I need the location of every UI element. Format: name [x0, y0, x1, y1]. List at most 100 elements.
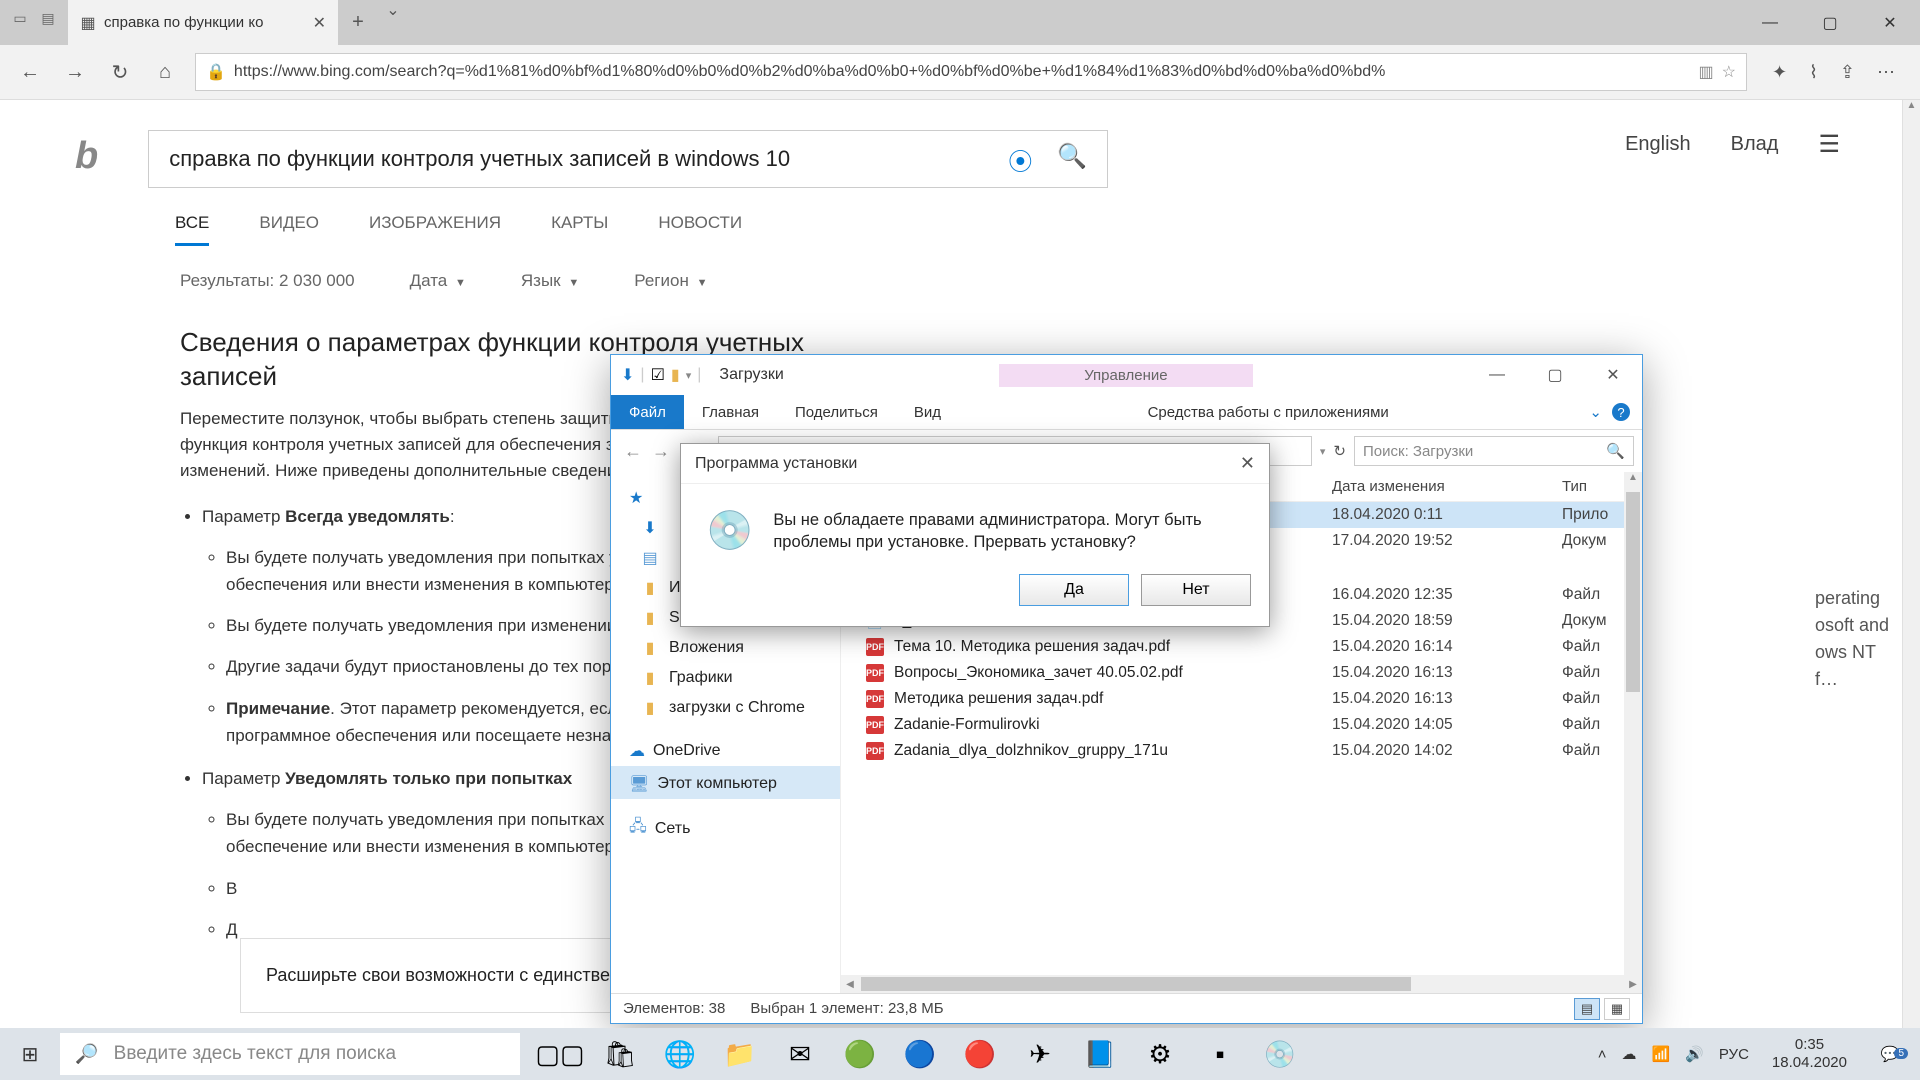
down-arrow-icon[interactable]: ⬇: [621, 365, 634, 385]
explorer-scrollbar-h[interactable]: ◀▶: [841, 975, 1642, 993]
action-center-icon[interactable]: 💬5: [1870, 1045, 1910, 1063]
dialog-close-icon[interactable]: ✕: [1240, 453, 1255, 474]
file-row[interactable]: PDFZadania_dlya_dolzhnikov_gruppy_171u15…: [841, 738, 1642, 764]
user-name[interactable]: Влад: [1731, 133, 1779, 156]
file-row[interactable]: PDFТема 10. Методика решения задач.pdf15…: [841, 634, 1642, 660]
tab-images[interactable]: ИЗОБРАЖЕНИЯ: [369, 213, 501, 246]
explorer-refresh-icon[interactable]: ↻: [1333, 442, 1346, 460]
explorer-forward-icon[interactable]: →: [652, 441, 670, 462]
tab-chevron-icon[interactable]: ⌄: [378, 0, 408, 20]
search-box[interactable]: ⦿ 🔍: [148, 130, 1108, 188]
tab-actions-icon[interactable]: ▭: [10, 8, 30, 28]
url-input[interactable]: [234, 63, 1691, 81]
app-icon[interactable]: 📘: [1070, 1028, 1130, 1080]
lang-link[interactable]: English: [1625, 133, 1691, 156]
maximize-button[interactable]: ▢: [1800, 0, 1860, 45]
tab-all[interactable]: ВСЕ: [175, 213, 209, 246]
browser-tab[interactable]: ▦ справка по функции ко ✕: [68, 0, 338, 45]
filter-region[interactable]: Регион ▼: [634, 271, 707, 291]
ribbon-tools[interactable]: Средства работы с приложениями: [1118, 395, 1419, 429]
search-icon[interactable]: 🔍: [1057, 142, 1087, 177]
store-icon[interactable]: 🛍: [590, 1028, 650, 1080]
search-icon[interactable]: 🔍: [1606, 442, 1625, 460]
notes-icon[interactable]: ⌇: [1809, 62, 1818, 83]
explorer-maximize-button[interactable]: ▢: [1526, 355, 1584, 395]
minimize-button[interactable]: —: [1740, 0, 1800, 45]
explorer-close-button[interactable]: ✕: [1584, 355, 1642, 395]
search-input[interactable]: [169, 146, 1008, 172]
network-icon[interactable]: 📶: [1652, 1045, 1671, 1063]
help-icon[interactable]: ?: [1612, 403, 1630, 421]
taskbar-search[interactable]: 🔍 Введите здесь текст для поиска: [60, 1033, 520, 1075]
vk-icon[interactable]: 🔵: [890, 1028, 950, 1080]
more-icon[interactable]: ⋯: [1877, 62, 1895, 83]
nav-onedrive[interactable]: ☁OneDrive: [611, 733, 840, 766]
favorite-icon[interactable]: ☆: [1722, 62, 1736, 82]
nav-vloz[interactable]: ▮Вложения: [611, 633, 840, 663]
tab-maps[interactable]: КАРТЫ: [551, 213, 608, 246]
bing-logo-icon[interactable]: b: [75, 135, 98, 178]
lang-indicator[interactable]: РУС: [1719, 1046, 1749, 1063]
close-window-button[interactable]: ✕: [1860, 0, 1920, 45]
explorer-back-icon[interactable]: ←: [624, 441, 642, 462]
ribbon-view[interactable]: Вид: [896, 395, 959, 429]
page-scrollbar[interactable]: ▲: [1902, 100, 1920, 1028]
tab-video[interactable]: ВИДЕО: [259, 213, 319, 246]
settings-icon[interactable]: ⚙: [1130, 1028, 1190, 1080]
installer-taskbar-icon[interactable]: 💿: [1250, 1028, 1310, 1080]
explorer-search-box[interactable]: Поиск: Загрузки 🔍: [1354, 436, 1634, 466]
icons-view-icon[interactable]: ▦: [1604, 998, 1630, 1020]
explorer-path-chevron-icon[interactable]: ▾: [1320, 445, 1326, 458]
share-icon[interactable]: ⇪: [1840, 62, 1855, 83]
start-button[interactable]: ⊞: [0, 1028, 60, 1080]
explorer-scrollbar-v[interactable]: ▲: [1624, 472, 1642, 975]
file-row[interactable]: PDFZadanie-Formulirovki15.04.2020 14:05Ф…: [841, 712, 1642, 738]
filter-lang[interactable]: Язык ▼: [521, 271, 579, 291]
mail-icon[interactable]: ✉: [770, 1028, 830, 1080]
tray-chevron-icon[interactable]: ˄: [1598, 1046, 1607, 1063]
terminal-icon[interactable]: ▪: [1190, 1028, 1250, 1080]
ribbon-share[interactable]: Поделиться: [777, 395, 896, 429]
col-date[interactable]: Дата изменения: [1332, 478, 1562, 495]
tab-news[interactable]: НОВОСТИ: [658, 213, 742, 246]
explorer-minimize-button[interactable]: —: [1468, 355, 1526, 395]
clock[interactable]: 0:35 18.04.2020: [1764, 1036, 1855, 1072]
details-view-icon[interactable]: ▤: [1574, 998, 1600, 1020]
taskview-icon[interactable]: ▢▢: [530, 1028, 590, 1080]
reading-view-icon[interactable]: ▥: [1699, 62, 1714, 82]
chrome-icon[interactable]: 🟢: [830, 1028, 890, 1080]
checkbox-icon[interactable]: ☑: [651, 365, 665, 385]
nav-this-pc[interactable]: 🖥Этот компьютер: [611, 766, 840, 799]
tab-preview-icon[interactable]: ▤: [38, 8, 58, 28]
url-box[interactable]: 🔒 ▥ ☆: [195, 53, 1747, 91]
new-tab-button[interactable]: +: [338, 0, 378, 45]
back-button[interactable]: ←: [15, 61, 45, 84]
visual-search-icon[interactable]: ⦿: [1008, 142, 1032, 177]
installer-icon: 💿: [706, 509, 753, 554]
nav-chrome[interactable]: ▮загрузки с Chrome: [611, 693, 840, 723]
nav-grafiki[interactable]: ▮Графики: [611, 663, 840, 693]
file-row[interactable]: PDFМетодика решения задач.pdf15.04.2020 …: [841, 686, 1642, 712]
yes-button[interactable]: Да: [1019, 574, 1129, 606]
explorer-context-tab[interactable]: Управление: [999, 364, 1252, 387]
qat-chevron-icon[interactable]: ▾: [686, 369, 692, 382]
onedrive-tray-icon[interactable]: ☁: [1622, 1045, 1637, 1063]
no-button[interactable]: Нет: [1141, 574, 1251, 606]
tab-close-icon[interactable]: ✕: [313, 13, 326, 33]
favorites-icon[interactable]: ✦: [1772, 62, 1787, 83]
ribbon-file[interactable]: Файл: [611, 395, 684, 429]
file-row[interactable]: PDFВопросы_Экономика_зачет 40.05.02.pdf1…: [841, 660, 1642, 686]
filter-date[interactable]: Дата ▼: [410, 271, 466, 291]
nav-network[interactable]: 🖧Сеть: [611, 807, 840, 847]
explorer-icon[interactable]: 📁: [710, 1028, 770, 1080]
ribbon-home[interactable]: Главная: [684, 395, 777, 429]
telegram-icon[interactable]: ✈: [1010, 1028, 1070, 1080]
ribbon-chevron-icon[interactable]: ⌄: [1589, 403, 1602, 421]
forward-button[interactable]: →: [60, 61, 90, 84]
edge-icon[interactable]: 🌐: [650, 1028, 710, 1080]
opera-icon[interactable]: 🔴: [950, 1028, 1010, 1080]
home-button[interactable]: ⌂: [150, 61, 180, 84]
refresh-button[interactable]: ↻: [105, 60, 135, 85]
hamburger-icon[interactable]: ☰: [1818, 130, 1840, 159]
volume-icon[interactable]: 🔊: [1685, 1045, 1704, 1063]
